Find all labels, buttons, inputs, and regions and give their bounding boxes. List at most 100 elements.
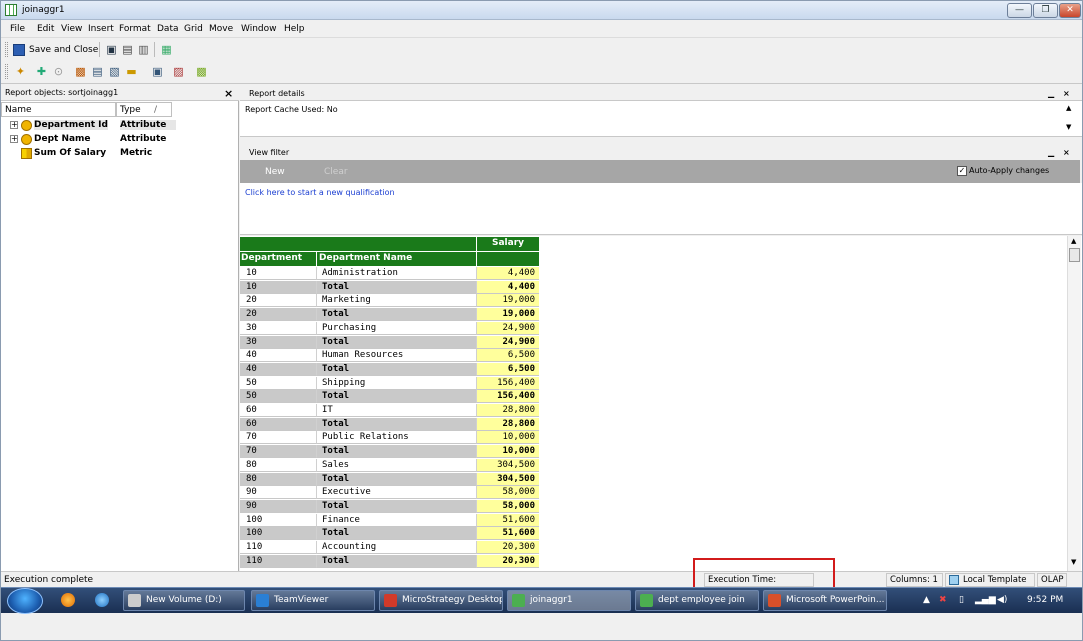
insert-icon[interactable]: ✚ <box>34 64 49 79</box>
column-header-name[interactable]: Name <box>1 102 116 117</box>
cell-department[interactable]: 70 <box>240 445 316 459</box>
taskbar-item-teamviewer[interactable]: TeamViewer <box>251 590 375 611</box>
cell-department-name[interactable]: Total <box>316 499 476 513</box>
close-panel-icon[interactable]: × <box>224 87 233 100</box>
minimize-pane-icon[interactable]: ▁ <box>1048 148 1054 157</box>
cell-department[interactable]: 60 <box>240 404 316 417</box>
cell-salary[interactable]: 304,500 <box>476 472 539 486</box>
clock[interactable]: 9:52 PM <box>1027 595 1063 605</box>
cell-department-name[interactable]: Total <box>316 280 476 294</box>
taskbar-item-joinaggr1[interactable]: joinaggr1 <box>507 590 631 611</box>
toolbar-grip[interactable] <box>5 64 8 79</box>
signal-icon[interactable]: ▂▄▆ <box>975 595 996 605</box>
expand-icon[interactable]: + <box>10 121 18 129</box>
metric-header-blank[interactable] <box>476 252 539 266</box>
new-qualification-link[interactable]: Click here to start a new qualification <box>245 188 395 197</box>
scroll-up-icon[interactable]: ▲ <box>1066 104 1071 112</box>
cell-salary[interactable]: 4,400 <box>476 280 539 294</box>
object-sum-of-salary[interactable]: Sum Of Salary Metric <box>1 147 239 160</box>
cell-salary[interactable]: 156,400 <box>476 376 539 390</box>
grid-corner-cell[interactable] <box>240 237 476 251</box>
menu-insert[interactable]: Insert <box>88 24 114 34</box>
clear-filter-button[interactable]: Clear <box>324 167 348 177</box>
cell-department[interactable]: 20 <box>240 308 316 322</box>
cell-department[interactable]: 110 <box>240 554 316 568</box>
cell-salary[interactable]: 58,000 <box>476 486 539 500</box>
cell-salary[interactable]: 51,600 <box>476 527 539 541</box>
close-pane-icon[interactable]: × <box>1063 89 1070 98</box>
grid-vertical-scrollbar[interactable]: ▲ ▼ <box>1067 236 1081 571</box>
cell-department[interactable]: 90 <box>240 486 316 500</box>
object-department-id[interactable]: + Department Id Attribute <box>1 119 239 132</box>
scroll-up-icon[interactable]: ▲ <box>1071 237 1076 245</box>
menu-help[interactable]: Help <box>284 24 305 34</box>
cell-department[interactable]: 40 <box>240 362 316 376</box>
menu-window[interactable]: Window <box>241 24 277 34</box>
help-icon[interactable]: ⊙ <box>51 64 66 79</box>
cell-salary[interactable]: 10,000 <box>476 431 539 445</box>
cell-department-name[interactable]: Public Relations <box>316 431 476 445</box>
media-player-icon[interactable] <box>61 593 75 607</box>
maximize-button[interactable]: ❐ <box>1033 3 1058 18</box>
cell-department[interactable]: 10 <box>240 267 316 280</box>
menu-move[interactable]: Move <box>209 24 233 34</box>
cell-department-name[interactable]: Finance <box>316 513 476 527</box>
menu-file[interactable]: File <box>10 24 25 34</box>
book-icon[interactable]: ▣ <box>104 42 119 57</box>
cell-department[interactable]: 30 <box>240 335 316 349</box>
cell-department[interactable]: 20 <box>240 294 316 308</box>
cell-salary[interactable]: 19,000 <box>476 294 539 308</box>
menu-format[interactable]: Format <box>119 24 151 34</box>
internet-explorer-icon[interactable] <box>95 593 109 607</box>
cell-salary[interactable]: 304,500 <box>476 458 539 472</box>
menu-data[interactable]: Data <box>157 24 179 34</box>
scroll-down-icon[interactable]: ▼ <box>1071 558 1076 566</box>
menu-grid[interactable]: Grid <box>184 24 203 34</box>
cell-department-name[interactable]: Total <box>316 445 476 459</box>
minimize-pane-icon[interactable]: ▁ <box>1048 89 1054 98</box>
cell-department[interactable]: 110 <box>240 541 316 554</box>
cell-salary[interactable]: 19,000 <box>476 308 539 322</box>
cell-salary[interactable]: 51,600 <box>476 513 539 527</box>
cell-department-name[interactable]: Total <box>316 362 476 376</box>
cell-department-name[interactable]: Administration <box>316 267 476 280</box>
cell-department-name[interactable]: Purchasing <box>316 321 476 335</box>
cell-salary[interactable]: 4,400 <box>476 267 539 280</box>
cell-department[interactable]: 70 <box>240 431 316 445</box>
cell-department[interactable]: 10 <box>240 280 316 294</box>
save-and-close-button[interactable]: Save and Close <box>13 42 98 58</box>
graph-view-icon[interactable]: ▤ <box>90 64 105 79</box>
cell-salary[interactable]: 156,400 <box>476 390 539 404</box>
grid-view-icon[interactable]: ▩ <box>73 64 88 79</box>
taskbar-item-powerpoint[interactable]: Microsoft PowerPoin... <box>763 590 887 611</box>
auto-apply-checkbox[interactable]: ✓ <box>957 166 967 176</box>
cell-department[interactable]: 40 <box>240 349 316 363</box>
cell-department[interactable]: 100 <box>240 527 316 541</box>
close-pane-icon[interactable]: × <box>1063 148 1070 157</box>
battery-icon[interactable]: ▯ <box>959 595 964 605</box>
expand-icon[interactable]: + <box>10 135 18 143</box>
cell-department-name[interactable]: IT <box>316 404 476 417</box>
sql-view-icon[interactable]: ▧ <box>107 64 122 79</box>
column-header-type[interactable]: Type / <box>116 102 172 117</box>
cell-department[interactable]: 80 <box>240 472 316 486</box>
folder-icon[interactable]: ▬ <box>124 64 139 79</box>
network-warning-icon[interactable]: ✖ <box>939 595 947 605</box>
taskbar-item-microstrategy[interactable]: MicroStrategy Desktop <box>379 590 503 611</box>
menu-view[interactable]: View <box>61 24 82 34</box>
show-hidden-icons-icon[interactable]: ▲ <box>923 595 930 605</box>
cell-department[interactable]: 60 <box>240 417 316 431</box>
print-preview-icon[interactable]: ▤ <box>120 42 135 57</box>
cell-department-name[interactable]: Accounting <box>316 541 476 554</box>
cell-department-name[interactable]: Total <box>316 472 476 486</box>
cell-salary[interactable]: 58,000 <box>476 499 539 513</box>
taskbar-item-new-volume[interactable]: New Volume (D:) <box>123 590 245 611</box>
scrollbar-thumb[interactable] <box>1069 248 1080 262</box>
cell-department[interactable]: 50 <box>240 377 316 390</box>
cell-salary[interactable]: 20,300 <box>476 554 539 568</box>
cell-department-name[interactable]: Total <box>316 554 476 568</box>
menu-edit[interactable]: Edit <box>37 24 54 34</box>
cell-department[interactable]: 80 <box>240 459 316 472</box>
cell-salary[interactable]: 10,000 <box>476 445 539 459</box>
cell-department-name[interactable]: Total <box>316 390 476 404</box>
